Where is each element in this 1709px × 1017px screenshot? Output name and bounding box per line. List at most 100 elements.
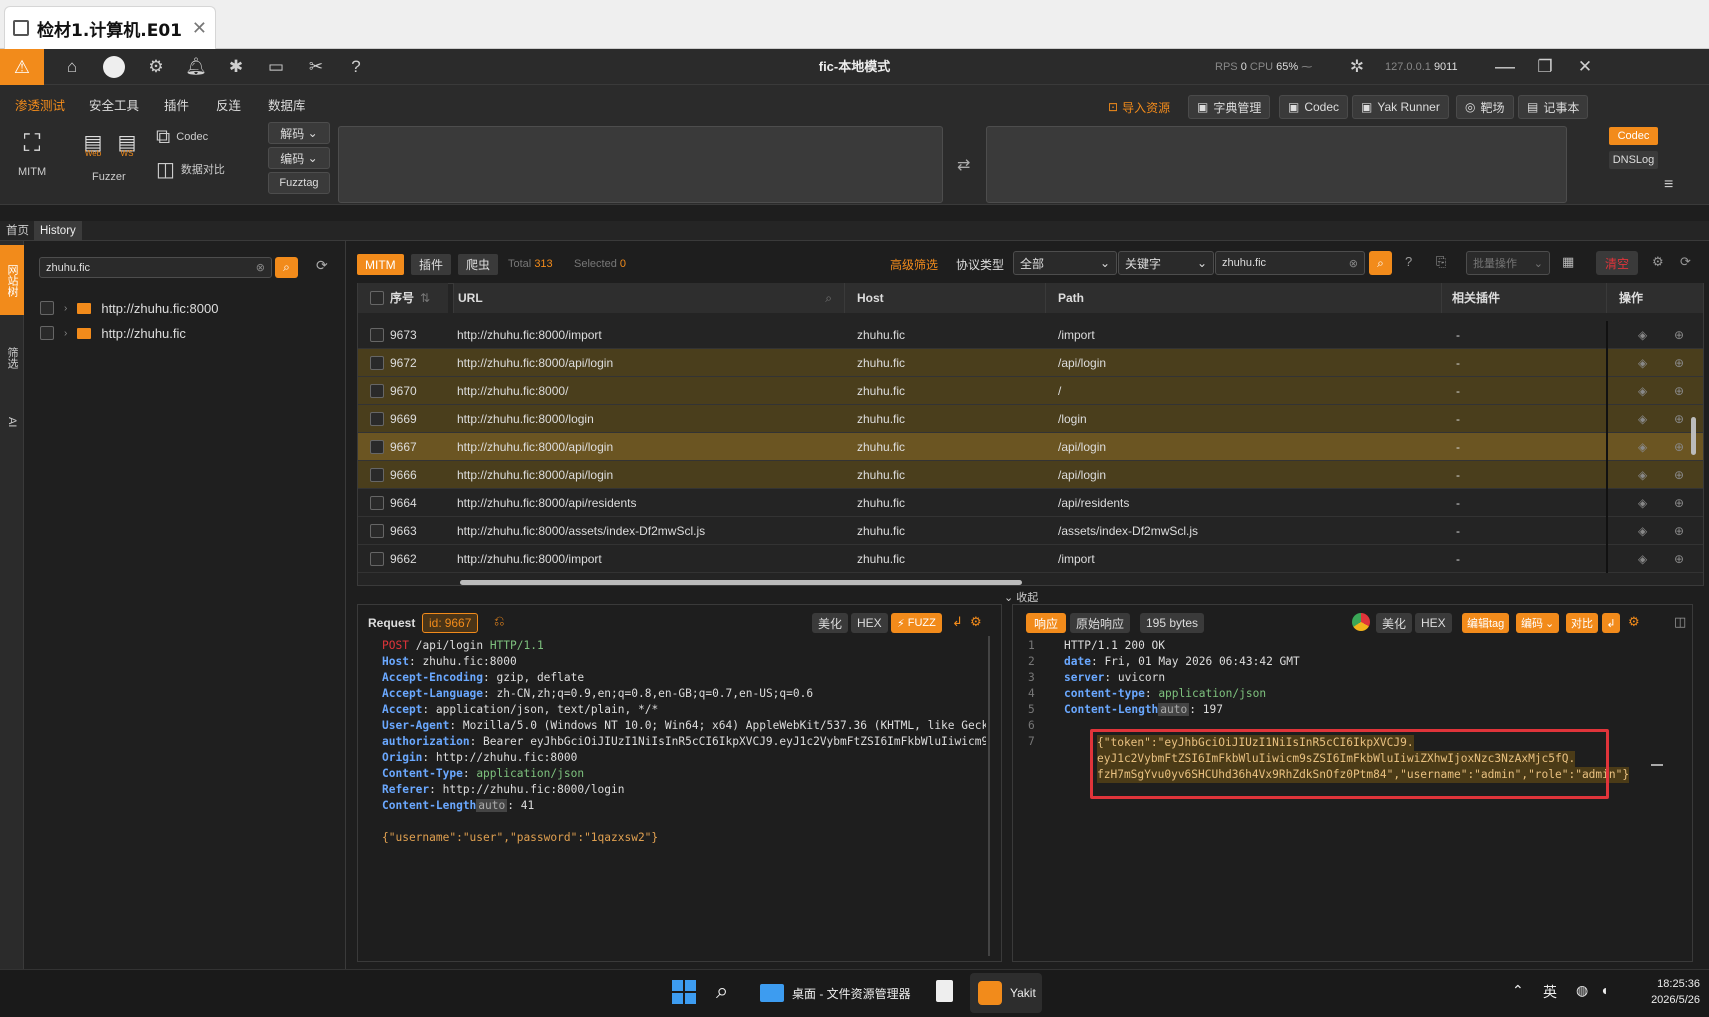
shield-icon[interactable]: ◈ (1638, 440, 1647, 454)
action-open-icon[interactable]: ⊕ (1674, 552, 1684, 566)
beautify-button[interactable]: 美化 (812, 613, 849, 633)
action-open-icon[interactable]: ⊕ (1674, 524, 1684, 538)
checkbox[interactable] (370, 291, 384, 305)
settings-icon[interactable]: ⚙ (1652, 254, 1664, 270)
split-view-icon[interactable]: ◫ (1674, 614, 1686, 630)
side-dnslog-button[interactable]: DNSLog (1609, 151, 1658, 169)
shield-icon[interactable]: ◈ (1638, 496, 1647, 510)
table-row[interactable]: 9669 http://zhuhu.fic:8000/login zhuhu.fic… (358, 405, 1703, 433)
filter-plugin[interactable]: 插件 (411, 254, 452, 275)
table-search-button[interactable]: ⌕ (1369, 251, 1392, 275)
compare-button[interactable]: 对比 (1566, 613, 1598, 633)
action-open-icon[interactable]: ⊕ (1674, 328, 1684, 342)
action-open-icon[interactable]: ⊕ (1674, 384, 1684, 398)
warning-icon[interactable]: ⚠ (0, 49, 44, 85)
side-tab-filter[interactable]: 筛选 (0, 330, 24, 385)
shield-icon[interactable]: ◈ (1638, 524, 1647, 538)
table-row[interactable]: 9670 http://zhuhu.fic:8000/zhuhu.fic / - ◈ ⊕ (358, 377, 1703, 405)
side-codec-button[interactable]: Codec (1609, 127, 1658, 145)
keyword-select[interactable]: 关键字 ⌄ (1118, 251, 1214, 275)
table-search-input[interactable]: zhuhu.fic ⊗ (1215, 251, 1365, 275)
menu-database[interactable]: 数据库 (268, 95, 306, 114)
header-id[interactable]: 序号 ⇅ (358, 283, 448, 313)
shield-icon[interactable]: ◈ (1638, 468, 1647, 482)
filter-mitm[interactable]: MITM (357, 254, 404, 275)
gear-icon[interactable]: ⚙ (136, 49, 176, 85)
web-fuzzer-icon[interactable]: ▤ Web (78, 130, 108, 160)
swap-icon[interactable]: ⇄ (957, 155, 970, 175)
fuzztag-button[interactable]: Fuzztag (268, 172, 330, 194)
request-editor[interactable]: POST /api/login HTTP/1.1 Host: zhuhu.fic… (382, 638, 986, 958)
return-icon[interactable]: ↲ (1602, 613, 1620, 633)
user-icon[interactable] (94, 49, 134, 85)
decode-dropdown[interactable]: 解码 ⌄ (268, 122, 330, 144)
refresh-icon[interactable]: ⟳ (316, 257, 328, 274)
mitm-tool[interactable]: ⛶ MITM (18, 130, 46, 178)
dict-manage-button[interactable]: ▣ 字典管理 (1188, 95, 1271, 119)
search-icon[interactable]: ⌕ (825, 283, 832, 313)
tab-home[interactable]: 首页 (0, 221, 35, 241)
codec-input[interactable] (338, 126, 943, 203)
table-scrollbar[interactable] (1691, 417, 1696, 455)
edit-tag-button[interactable]: 编辑tag (1462, 613, 1510, 633)
table-row[interactable]: 9664 http://zhuhu.fic:8000/api/residents z… (358, 489, 1703, 517)
import-resource-button[interactable]: ⊡ 导入资源 (1108, 95, 1170, 119)
table-row[interactable]: 9667 http://zhuhu.fic:8000/api/login zhuhu… (358, 433, 1703, 461)
clear-icon[interactable]: ⊗ (1349, 257, 1358, 270)
restore-icon[interactable]: ❐ (1525, 49, 1565, 85)
home-icon[interactable]: ⌂ (52, 49, 92, 85)
filter-crawler[interactable]: 爬虫 (458, 254, 499, 275)
checkbox[interactable] (370, 551, 384, 566)
shield-icon[interactable]: ◈ (1638, 412, 1647, 426)
chevron-right-icon[interactable]: › (64, 328, 67, 339)
yak-runner-button[interactable]: ▣ Yak Runner (1352, 95, 1449, 119)
table-row[interactable]: 9663 http://zhuhu.fic:8000/assets/index-D… (358, 517, 1703, 545)
tree-search-input[interactable]: zhuhu.fic ⊗ (39, 257, 272, 278)
batch-action-select[interactable]: 批量操作 ⌄ (1466, 251, 1550, 275)
tools-icon[interactable]: ✂ (296, 49, 336, 85)
advanced-filter-link[interactable]: 高级筛选 (890, 256, 938, 273)
help-circle-icon[interactable]: ? (1405, 254, 1412, 269)
checkbox[interactable] (370, 523, 384, 538)
shield-icon[interactable]: ◈ (1638, 356, 1647, 370)
taskbar-explorer[interactable]: 桌面 - 文件资源管理器 (760, 975, 911, 1011)
table-row[interactable]: 9666 http://zhuhu.fic:8000/api/login zhuhu… (358, 461, 1703, 489)
window-tab[interactable]: 检材1.计算机.E01 ✕ (4, 6, 216, 49)
collapse-toggle[interactable]: ⌄ 收起 (1000, 589, 1043, 605)
checkbox[interactable] (40, 301, 54, 315)
checkbox[interactable] (370, 411, 384, 426)
table-row[interactable]: 9672 http://zhuhu.fic:8000/api/login zhuhu… (358, 349, 1703, 377)
checkbox[interactable] (370, 467, 384, 482)
action-open-icon[interactable]: ⊕ (1674, 496, 1684, 510)
bug-icon[interactable]: ✱ (216, 49, 256, 85)
tree-item[interactable]: › http://zhuhu.fic (40, 321, 186, 345)
action-open-icon[interactable]: ⊕ (1674, 468, 1684, 482)
hex-button[interactable]: HEX (851, 613, 888, 633)
network-icon[interactable]: ◍ (1576, 982, 1588, 999)
chrome-icon[interactable] (1352, 613, 1370, 631)
checkbox[interactable] (370, 439, 384, 454)
menu-pentest[interactable]: 渗透测试 (15, 95, 65, 114)
action-open-icon[interactable]: ⊕ (1674, 356, 1684, 370)
codec-button[interactable]: ▣ Codec (1279, 95, 1349, 119)
volume-icon[interactable]: ◖ (1600, 982, 1608, 998)
tab-history[interactable]: History (34, 221, 82, 241)
clear-icon[interactable]: ⊗ (256, 261, 265, 274)
chevron-right-icon[interactable]: › (64, 303, 67, 314)
side-tab-site-tree[interactable]: 网站树 (0, 245, 24, 315)
side-tab-ai[interactable]: AI (0, 402, 24, 442)
codec-output[interactable] (986, 126, 1567, 203)
close-icon[interactable]: ✕ (192, 18, 207, 39)
protocol-select[interactable]: 全部 ⌄ (1013, 251, 1117, 275)
shield-icon[interactable]: ◈ (1638, 384, 1647, 398)
encode-dropdown[interactable]: 编码 ⌄ (268, 147, 330, 169)
table-hscrollbar[interactable] (460, 580, 1022, 585)
tab-raw-response[interactable]: 原始响应 (1070, 613, 1131, 633)
encode-button[interactable]: 编码 ⌄ (1516, 613, 1560, 633)
link-icon[interactable]: ⎌ (494, 613, 504, 629)
action-open-icon[interactable]: ⊕ (1674, 440, 1684, 454)
checkbox[interactable] (370, 383, 384, 398)
terminal-icon[interactable]: ▭ (256, 49, 296, 85)
sort-icon[interactable]: ≡ (1664, 176, 1673, 194)
help-icon[interactable]: ? (336, 49, 376, 85)
